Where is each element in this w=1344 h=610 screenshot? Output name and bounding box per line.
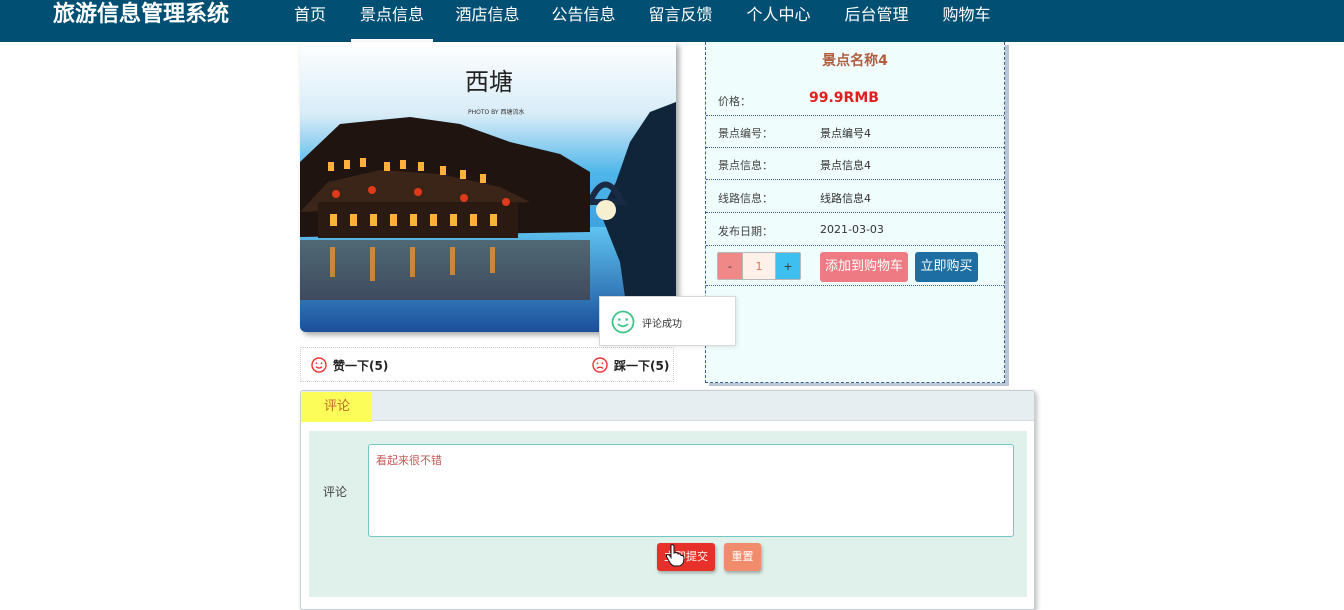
comment-tabbar: 评论	[301, 391, 1034, 422]
comment-panel: 评论 评论 看起来很不错 立即提交 重置	[300, 390, 1035, 610]
attraction-detail-card: 景点名称4 价格： 99.9RMB 景点编号： 景点编号4 景点信息： 景点信息…	[705, 42, 1005, 383]
tab-comments[interactable]: 评论	[302, 392, 372, 422]
success-toast: 评论成功	[599, 296, 736, 346]
vote-bar: 赞一下(5) 踩一下(5)	[300, 347, 674, 382]
price-label: 价格：	[718, 95, 751, 108]
quantity-decrease-button[interactable]: -	[717, 252, 743, 280]
price-row: 价格： 99.9RMB	[706, 82, 1004, 116]
smile-icon	[611, 310, 635, 334]
smile-icon	[311, 357, 327, 373]
nav-announcements[interactable]: 公告信息	[550, 0, 617, 42]
nav-home[interactable]: 首页	[293, 0, 327, 42]
detail-row-label: 景点信息：	[718, 159, 773, 172]
attraction-title: 景点名称4	[822, 53, 888, 69]
site-brand[interactable]: 旅游信息管理系统	[53, 0, 229, 30]
dislike-button[interactable]: 踩一下(5)	[592, 356, 669, 376]
dislike-label: 踩一下(5)	[614, 359, 670, 373]
detail-row-value: 景点信息4	[820, 159, 871, 172]
comment-textarea[interactable]: 看起来很不错	[368, 444, 1014, 537]
like-button[interactable]: 赞一下(5)	[311, 356, 388, 376]
nav-hotels[interactable]: 酒店信息	[454, 0, 521, 42]
add-to-cart-button[interactable]: 添加到购物车	[820, 252, 908, 282]
detail-row-info: 景点信息： 景点信息4	[706, 148, 1004, 180]
nav-admin[interactable]: 后台管理	[843, 0, 910, 42]
nav-profile[interactable]: 个人中心	[745, 0, 812, 42]
purchase-row: - 1 + 添加到购物车 立即购买	[706, 246, 1004, 286]
photo-caption-credit: PHOTO BY 西塘流水	[468, 108, 525, 116]
detail-row-value: 2021-03-03	[820, 223, 884, 236]
toast-message: 评论成功	[642, 319, 682, 330]
detail-row-id: 景点编号： 景点编号4	[706, 116, 1004, 148]
price-value: 99.9RMB	[809, 90, 879, 106]
nav-cart[interactable]: 购物车	[941, 0, 992, 42]
detail-row-date: 发布日期： 2021-03-03	[706, 213, 1004, 246]
reset-button[interactable]: 重置	[724, 543, 761, 571]
buy-now-button[interactable]: 立即购买	[915, 252, 978, 282]
detail-row-value: 线路信息4	[820, 192, 871, 205]
top-navbar: 旅游信息管理系统 首页 景点信息 酒店信息 公告信息 留言反馈 个人中心 后台管…	[0, 0, 1344, 42]
detail-row-label: 线路信息：	[718, 192, 773, 205]
photo-caption-title: 西塘	[465, 68, 513, 96]
submit-comment-button[interactable]: 立即提交	[657, 543, 715, 571]
nav-attractions[interactable]: 景点信息	[351, 0, 433, 42]
detail-row-label: 发布日期：	[718, 225, 773, 238]
detail-row-value: 景点编号4	[820, 127, 871, 140]
detail-row-route: 线路信息： 线路信息4	[706, 180, 1004, 213]
frown-icon	[592, 357, 608, 373]
comment-field-label: 评论	[323, 485, 348, 499]
attraction-photo: 西塘 PHOTO BY 西塘流水	[300, 42, 676, 332]
quantity-increase-button[interactable]: +	[775, 252, 801, 280]
nav-feedback[interactable]: 留言反馈	[647, 0, 714, 42]
quantity-input[interactable]: 1	[743, 252, 775, 280]
quantity-stepper: - 1 +	[717, 252, 801, 280]
detail-row-label: 景点编号：	[718, 127, 773, 140]
comment-form: 评论 看起来很不错 立即提交 重置	[309, 431, 1027, 597]
like-label: 赞一下(5)	[333, 359, 389, 373]
